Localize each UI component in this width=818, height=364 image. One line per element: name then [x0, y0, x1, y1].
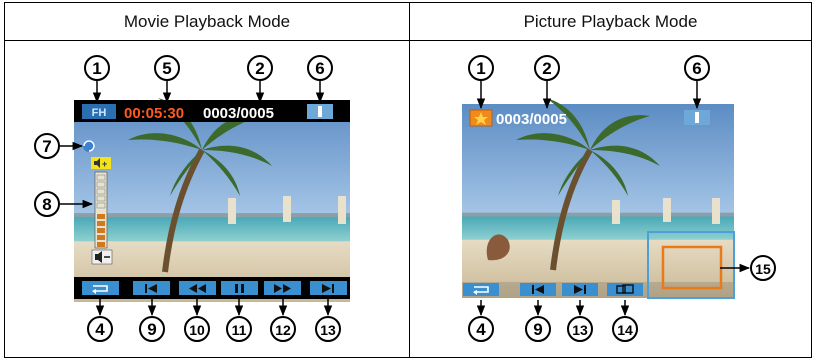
callout-12-label: 12 [275, 322, 291, 338]
callout-9-label: 9 [533, 320, 542, 339]
star-icon [469, 109, 493, 127]
callout-9-label: 9 [147, 320, 156, 339]
picture-screen [462, 98, 734, 298]
mode-badge: FH [92, 107, 107, 119]
rotate-icon [83, 140, 95, 152]
mute-icon [91, 249, 113, 265]
next-icon[interactable] [562, 283, 598, 296]
callout-15-label: 15 [755, 261, 771, 277]
callout-13-label: 13 [572, 322, 588, 338]
callout-2-label: 2 [255, 59, 264, 78]
callout-6-label: 6 [315, 59, 324, 78]
callout-1-label: 1 [92, 59, 101, 78]
prev-icon[interactable] [133, 281, 170, 295]
return-icon[interactable] [82, 281, 119, 295]
svg-text:+: + [102, 159, 107, 169]
callout-5-label: 5 [162, 59, 171, 78]
pause-icon[interactable] [221, 281, 258, 295]
callout-14-label: 14 [617, 322, 633, 338]
movie-counter: 0003/0005 [203, 105, 274, 122]
callout-11-label: 11 [232, 322, 247, 338]
movie-screen [74, 98, 350, 302]
callout-1-label: 1 [476, 59, 485, 78]
callout-13-label: 13 [320, 322, 336, 338]
picture-control-buttons[interactable] [463, 283, 643, 296]
picture-counter: 0003/0005 [496, 111, 567, 128]
rewind-icon[interactable] [179, 281, 216, 295]
volume-icon: + [91, 157, 111, 169]
fast-forward-icon[interactable] [264, 281, 301, 295]
battery-icon [684, 110, 710, 125]
callout-7-label: 7 [42, 137, 51, 156]
rotate-icon[interactable] [607, 283, 643, 296]
callout-4-label: 4 [95, 320, 105, 339]
movie-time: 00:05:30 [124, 105, 184, 122]
playback-diagrams: FH 00:05:30 0003/0005 + 1 5 2 6 7 8 4 9 … [34, 55, 776, 342]
callout-8-label: 8 [42, 195, 51, 214]
battery-icon [307, 104, 333, 119]
callout-2-label: 2 [542, 59, 551, 78]
callout-10-label: 10 [189, 322, 205, 338]
prev-icon[interactable] [520, 283, 556, 296]
return-icon[interactable] [463, 283, 499, 296]
mode-icon: FH [82, 104, 116, 119]
next-icon[interactable] [310, 281, 347, 295]
callout-6-label: 6 [692, 59, 701, 78]
volume-level-bar [94, 171, 108, 249]
callout-4-label: 4 [476, 320, 486, 339]
